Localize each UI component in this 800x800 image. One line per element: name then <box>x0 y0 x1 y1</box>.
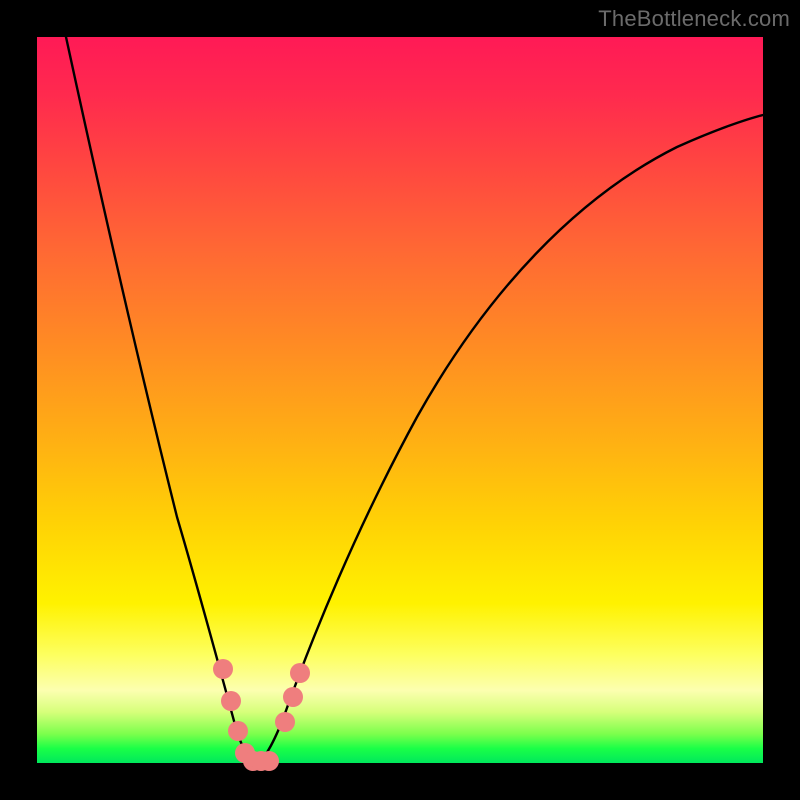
plot-area <box>37 37 763 763</box>
curve-right-branch <box>255 115 763 763</box>
marker-dot <box>259 751 279 771</box>
chart-frame: TheBottleneck.com <box>0 0 800 800</box>
watermark-text: TheBottleneck.com <box>598 6 790 32</box>
curve-left-branch <box>66 37 255 763</box>
marker-group <box>213 659 310 771</box>
marker-dot <box>213 659 233 679</box>
bottleneck-curve <box>37 37 763 763</box>
marker-dot <box>283 687 303 707</box>
marker-dot <box>228 721 248 741</box>
marker-dot <box>275 712 295 732</box>
marker-dot <box>290 663 310 683</box>
marker-dot <box>221 691 241 711</box>
